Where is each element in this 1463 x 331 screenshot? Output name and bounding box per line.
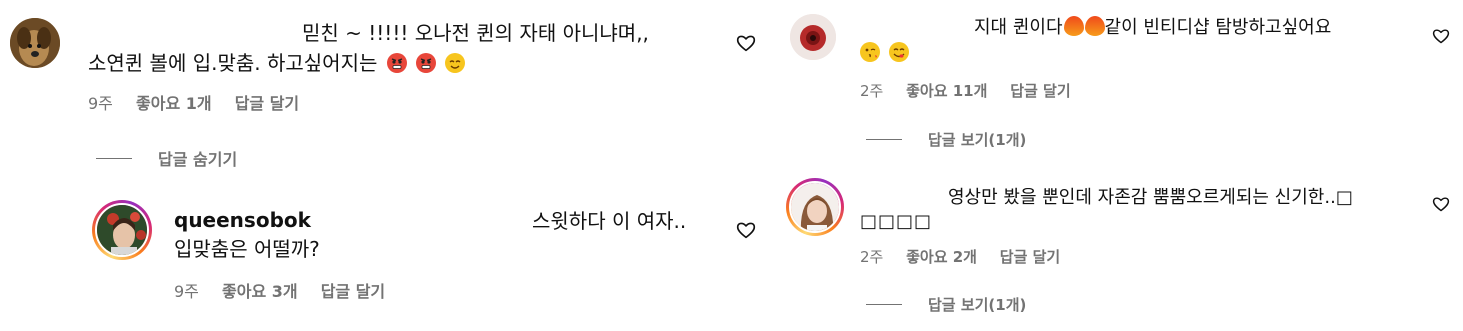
comment-text-line2-content: 소연퀸 볼에 입.맞춤. 하고싶어지는 xyxy=(88,51,378,75)
comment-username[interactable]: queensobok xyxy=(174,208,311,232)
like-count-button[interactable]: 좋아요 3개 xyxy=(222,282,298,301)
dog-photo-icon xyxy=(10,18,60,68)
comment: 지대 퀸이다 같이 빈티디샵 탐방하고싶어요 2주 좋아요 11개 답글 달기 답… xyxy=(780,0,1463,160)
flower-photo-icon xyxy=(790,14,836,60)
hide-replies-label: 답글 숨기기 xyxy=(158,150,238,169)
avatar[interactable] xyxy=(92,200,152,260)
like-count-button[interactable]: 좋아요 2개 xyxy=(906,248,977,266)
comment-text-line2: □□□□ xyxy=(860,211,933,232)
fire-icon xyxy=(1084,16,1105,36)
person-photo-icon xyxy=(97,205,147,255)
yum-face-icon xyxy=(888,42,909,62)
reply-button[interactable]: 답글 달기 xyxy=(1010,82,1070,100)
comment-meta: 2주 좋아요 2개 답글 달기 xyxy=(860,246,1078,267)
comment-text-line1b: 같이 빈티디샵 탐방하고싶어요 xyxy=(1104,17,1332,38)
comment-text-line2 xyxy=(860,42,909,66)
comment-meta: 2주 좋아요 11개 답글 달기 xyxy=(860,80,1089,101)
thread-divider xyxy=(96,157,132,159)
comment-text-line2: 소연퀸 볼에 입.맞춤. 하고싶어지는 xyxy=(88,50,466,76)
comment: 영상만 봤을 뿐인데 자존감 뿜뿜오르게되는 신기한..□ □□□□ 2주 좋아… xyxy=(780,170,1463,331)
comment-text-line1: 스윗하다 이 여자.. xyxy=(532,209,687,233)
comment-time: 9주 xyxy=(88,94,113,113)
view-replies-label: 답글 보기(1개) xyxy=(928,131,1027,149)
fire-icon xyxy=(1063,16,1084,36)
avatar[interactable] xyxy=(786,178,844,236)
avatar-image xyxy=(789,181,841,233)
reply-button[interactable]: 답글 달기 xyxy=(235,94,299,113)
comment-text-line1: 영상만 봤을 뿐인데 자존감 뿜뿜오르게되는 신기한..□ xyxy=(948,186,1353,210)
angry-face-icon xyxy=(386,53,407,73)
view-replies-button[interactable]: 답글 보기(1개) xyxy=(866,294,1026,315)
comment-time: 9주 xyxy=(174,282,199,301)
view-replies-button[interactable]: 답글 보기(1개) xyxy=(866,129,1026,150)
right-comment-column: 지대 퀸이다 같이 빈티디샵 탐방하고싶어요 2주 좋아요 11개 답글 달기 답… xyxy=(780,0,1463,331)
thread-divider xyxy=(866,139,902,140)
comment-time: 2주 xyxy=(860,82,884,100)
reply-button[interactable]: 답글 달기 xyxy=(321,282,385,301)
comment-text-line1: 지대 퀸이다 같이 빈티디샵 탐방하고싶어요 xyxy=(974,16,1331,40)
heart-icon[interactable] xyxy=(736,221,756,239)
like-count-button[interactable]: 좋아요 1개 xyxy=(136,94,212,113)
like-count-button[interactable]: 좋아요 11개 xyxy=(906,82,987,100)
hide-replies-button[interactable]: 답글 숨기기 xyxy=(96,146,237,170)
comment-meta: 9주 좋아요 1개 답글 달기 xyxy=(88,90,317,114)
comment: 믿친 ~ !!!!! 오나전 퀸의 자태 아니냐며,, 소연퀸 볼에 입.맞춤.… xyxy=(0,0,780,120)
comment-text-line1-tail: □ xyxy=(1335,187,1353,208)
comment-text-line1: 믿친 ~ !!!!! 오나전 퀸의 자태 아니냐며,, xyxy=(302,21,649,45)
heart-icon[interactable] xyxy=(736,34,756,52)
view-replies-label: 답글 보기(1개) xyxy=(928,296,1027,314)
avatar-image xyxy=(95,203,149,257)
thread-divider xyxy=(866,304,902,305)
avatar[interactable] xyxy=(10,18,60,68)
person-photo-icon xyxy=(791,183,839,231)
left-comment-column: 믿친 ~ !!!!! 오나전 퀸의 자태 아니냐며,, 소연퀸 볼에 입.맞춤.… xyxy=(0,0,780,331)
reply-button[interactable]: 답글 달기 xyxy=(1000,248,1060,266)
heart-icon[interactable] xyxy=(1432,28,1450,44)
reply-comment: queensobok 스윗하다 이 여자.. 입맞춤은 어떨까? 9주 좋아요 … xyxy=(0,190,780,320)
kiss-face-icon xyxy=(860,42,880,62)
comment-text-line1-content: 영상만 봤을 뿐인데 자존감 뿜뿜오르게되는 신기한.. xyxy=(948,187,1336,208)
relieved-face-icon xyxy=(445,53,466,73)
comment-text-line2: 입맞춤은 어떨까? xyxy=(174,237,320,261)
avatar[interactable] xyxy=(790,14,836,60)
angry-face-icon xyxy=(416,53,437,73)
comment-time: 2주 xyxy=(860,248,884,266)
heart-icon[interactable] xyxy=(1432,196,1450,212)
comment-meta: 9주 좋아요 3개 답글 달기 xyxy=(174,278,403,302)
comment-text-line1-content: 지대 퀸이다 xyxy=(974,17,1063,38)
